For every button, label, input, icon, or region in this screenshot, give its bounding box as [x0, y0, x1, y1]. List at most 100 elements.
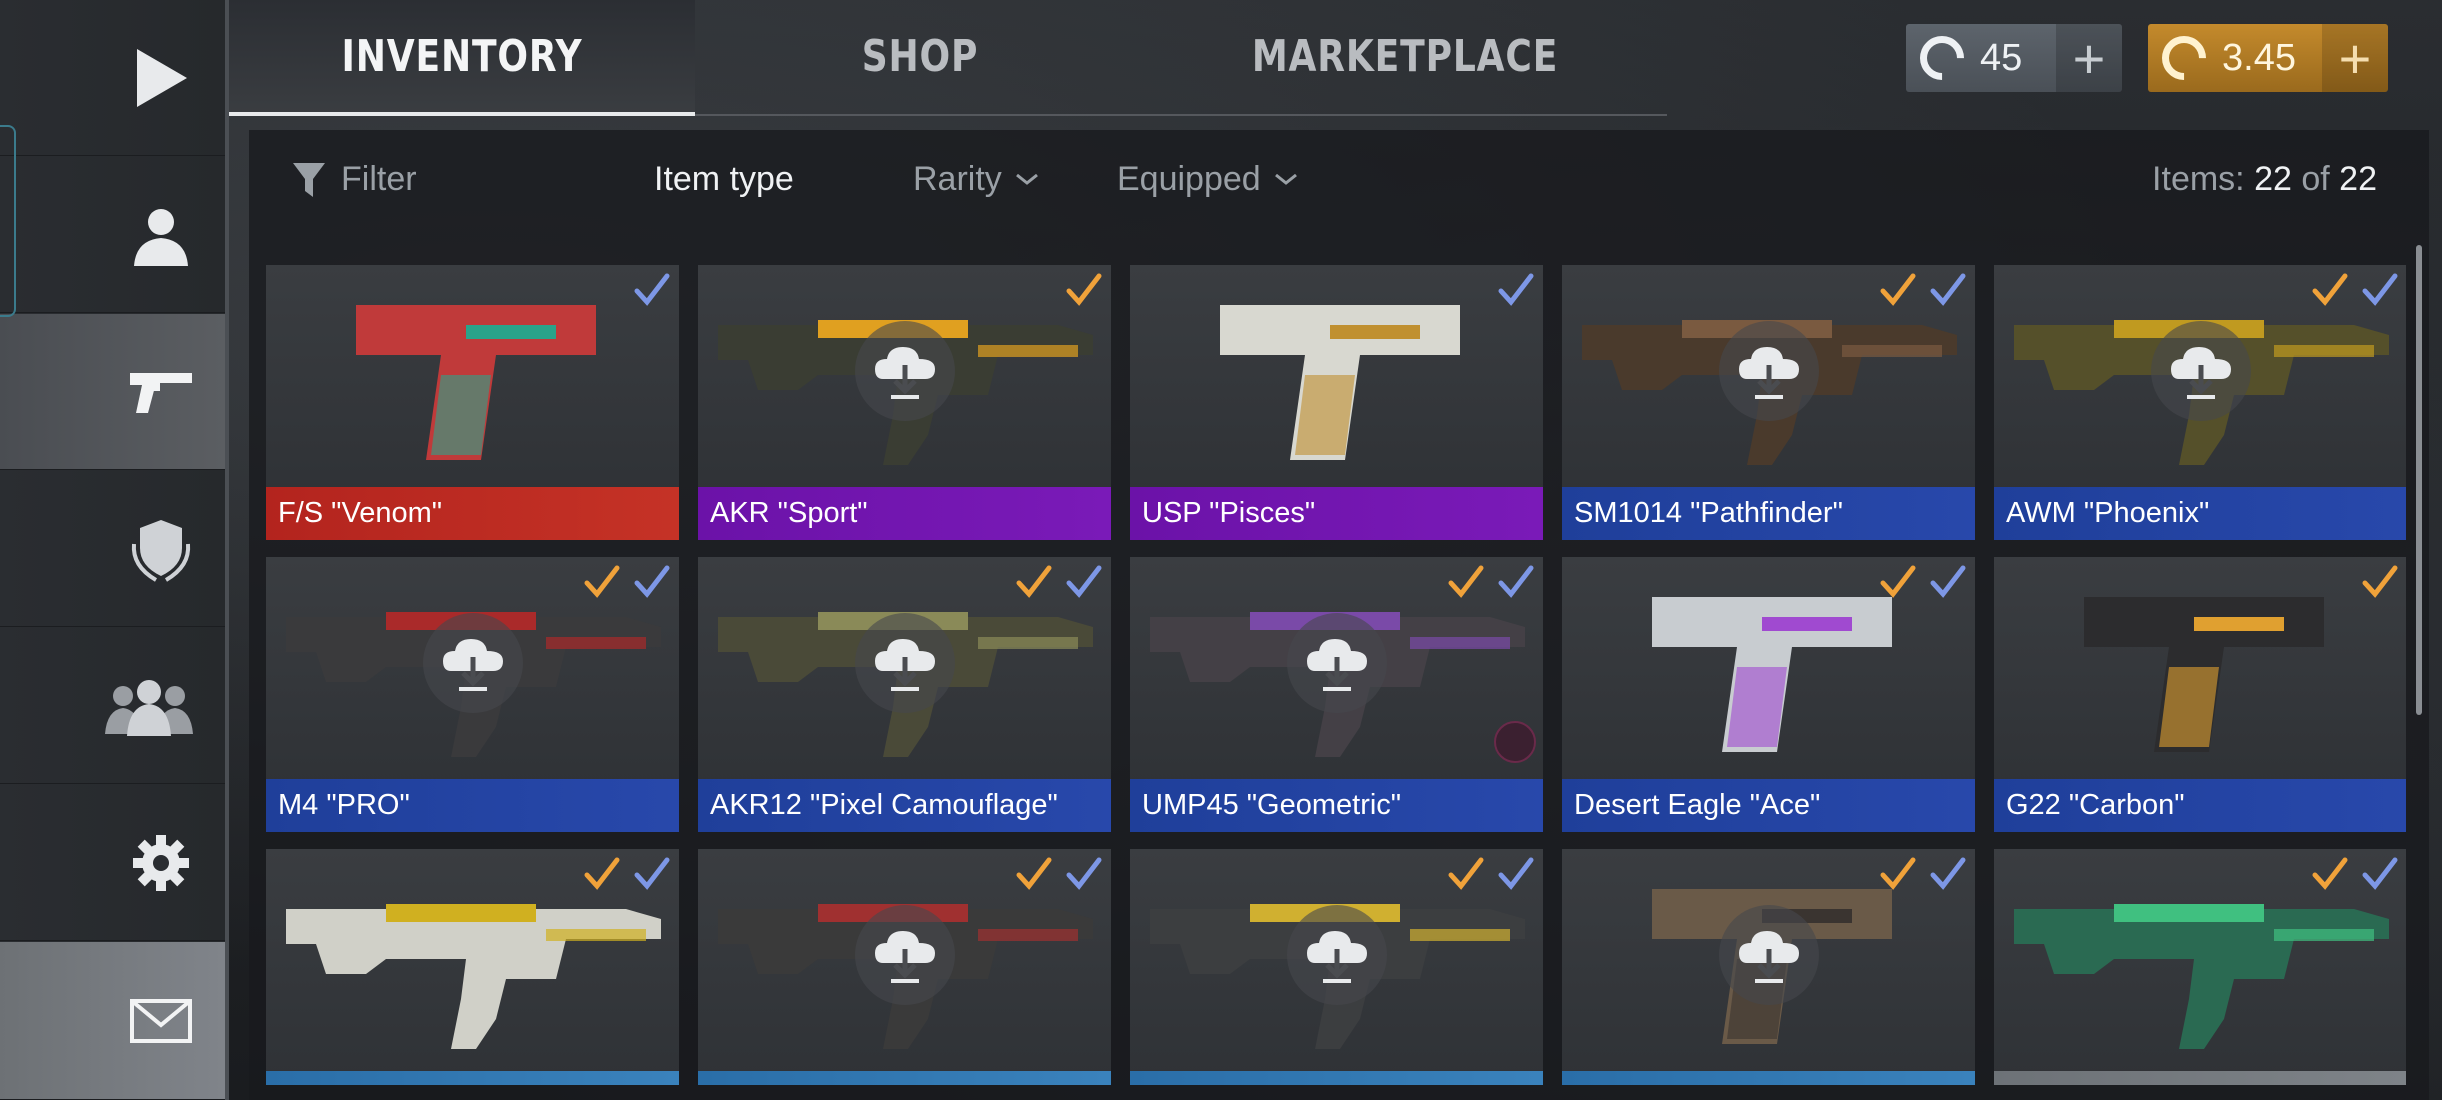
items-count: Items: 22 of 22	[2152, 160, 2377, 199]
clan-shield-icon	[125, 513, 197, 585]
inventory-item-card[interactable]: UMP45 "Geometric"	[1130, 557, 1543, 832]
filter-bar: Filter Item type Rarity Equipped Items: …	[249, 140, 2429, 236]
selected-check-icon	[1929, 855, 1967, 893]
friends-icon	[101, 670, 197, 742]
items-count-of: of	[2301, 160, 2330, 198]
equipped-check-icon	[1879, 271, 1917, 309]
add-gold-button[interactable]: +	[2322, 24, 2388, 92]
item-name: SM1014 "Pathfinder"	[1562, 487, 1975, 540]
scrollbar[interactable]	[2416, 245, 2422, 715]
inventory-grid: F/S "Venom" AKR "Sport" USP "Pisces" SM1014…	[266, 265, 2406, 1085]
selected-check-icon	[633, 855, 671, 893]
collection-badge-icon	[1494, 721, 1536, 763]
inventory-item-card[interactable]: G22 "Carbon"	[1994, 557, 2406, 832]
equipped-check-icon	[1015, 563, 1053, 601]
equipped-check-icon	[1065, 271, 1103, 309]
items-count-label: Items:	[2152, 160, 2245, 198]
item-name	[698, 1071, 1111, 1085]
equipped-check-icon	[2361, 563, 2399, 601]
inventory-item-card[interactable]: M4 "PRO"	[266, 557, 679, 832]
sidebar-item-play[interactable]	[0, 0, 225, 156]
selected-check-icon	[1065, 563, 1103, 601]
credits-balance: 45 +	[1906, 24, 2122, 92]
selected-check-icon	[1497, 271, 1535, 309]
inventory-item-card[interactable]: Desert Eagle "Ace"	[1562, 557, 1975, 832]
mail-icon	[125, 985, 197, 1057]
item-name: Desert Eagle "Ace"	[1562, 779, 1975, 832]
selected-check-icon	[633, 563, 671, 601]
tab-inventory[interactable]: INVENTORY	[271, 0, 653, 112]
weapon-skin-image	[1130, 265, 1543, 487]
inventory-item-card[interactable]	[698, 849, 1111, 1085]
add-credits-button[interactable]: +	[2056, 24, 2122, 92]
tab-shop[interactable]: SHOP	[756, 0, 1084, 112]
filter-button[interactable]: Filter	[291, 160, 417, 199]
weapon-skin-image	[266, 265, 679, 487]
equipped-check-icon	[1879, 563, 1917, 601]
selected-check-icon	[1497, 855, 1535, 893]
gold-icon	[2152, 26, 2216, 90]
inventory-item-card[interactable]: AKR12 "Pixel Camouflage"	[698, 557, 1111, 832]
cloud-download-icon[interactable]	[1719, 905, 1819, 1005]
cloud-download-icon[interactable]	[423, 613, 523, 713]
gold-balance: 3.45 +	[2148, 24, 2388, 92]
tab-divider	[695, 114, 1667, 116]
inventory-item-card[interactable]: AKR "Sport"	[698, 265, 1111, 540]
item-name	[1562, 1071, 1975, 1085]
tab-marketplace[interactable]: MARKETPLACE	[1237, 0, 1573, 112]
inventory-item-card[interactable]	[266, 849, 679, 1085]
item-name: AKR "Sport"	[698, 487, 1111, 540]
cloud-download-icon[interactable]	[1287, 613, 1387, 713]
sidebar	[0, 0, 229, 1100]
chevron-down-icon	[1274, 173, 1297, 185]
selected-check-icon	[2361, 271, 2399, 309]
selected-check-icon	[2361, 855, 2399, 893]
item-name: F/S "Venom"	[266, 487, 679, 540]
credits-icon	[1910, 26, 1974, 90]
inventory-item-card[interactable]	[1130, 849, 1543, 1085]
rarity-label: Rarity	[913, 160, 1002, 198]
profile-icon	[125, 199, 197, 271]
inventory-item-card[interactable]: AWM "Phoenix"	[1994, 265, 2406, 540]
cloud-download-icon[interactable]	[1719, 321, 1819, 421]
sidebar-item-inventory[interactable]	[0, 314, 225, 470]
sidebar-item-profile[interactable]	[0, 157, 225, 313]
equipped-label: Equipped	[1117, 160, 1261, 198]
filter-icon	[293, 162, 325, 197]
tab-active-underline	[229, 112, 695, 116]
item-name: M4 "PRO"	[266, 779, 679, 832]
inventory-item-card[interactable]	[1994, 849, 2406, 1085]
items-count-total: 22	[2339, 160, 2377, 198]
inventory-item-card[interactable]: F/S "Venom"	[266, 265, 679, 540]
equipped-check-icon	[2311, 271, 2349, 309]
item-name: UMP45 "Geometric"	[1130, 779, 1543, 832]
inventory-item-card[interactable]: SM1014 "Pathfinder"	[1562, 265, 1975, 540]
cloud-download-icon[interactable]	[1287, 905, 1387, 1005]
rarity-dropdown[interactable]: Rarity	[913, 160, 1038, 199]
items-count-value: 22	[2254, 160, 2292, 198]
item-name: USP "Pisces"	[1130, 487, 1543, 540]
inventory-item-card[interactable]	[1562, 849, 1975, 1085]
sidebar-item-settings[interactable]	[0, 785, 225, 941]
sidebar-item-clan[interactable]	[0, 471, 225, 627]
play-icon	[125, 42, 197, 114]
selected-check-icon	[633, 271, 671, 309]
sidebar-item-friends[interactable]	[0, 628, 225, 784]
cloud-download-icon[interactable]	[2151, 321, 2251, 421]
cloud-download-icon[interactable]	[855, 905, 955, 1005]
filter-label: Filter	[341, 160, 417, 198]
cloud-download-icon[interactable]	[855, 613, 955, 713]
item-name	[266, 1071, 679, 1085]
item-name	[1994, 1071, 2406, 1085]
cloud-download-icon[interactable]	[855, 321, 955, 421]
item-type-dropdown[interactable]: Item type	[654, 160, 794, 199]
weapon-skin-image	[1994, 557, 2406, 779]
inventory-item-card[interactable]: USP "Pisces"	[1130, 265, 1543, 540]
sidebar-item-mail[interactable]	[0, 942, 225, 1100]
selected-check-icon	[1065, 855, 1103, 893]
credits-value: 45	[1980, 36, 2023, 79]
item-name: AWM "Phoenix"	[1994, 487, 2406, 540]
selected-check-icon	[1929, 271, 1967, 309]
gold-value: 3.45	[2222, 36, 2296, 79]
equipped-dropdown[interactable]: Equipped	[1117, 160, 1297, 199]
